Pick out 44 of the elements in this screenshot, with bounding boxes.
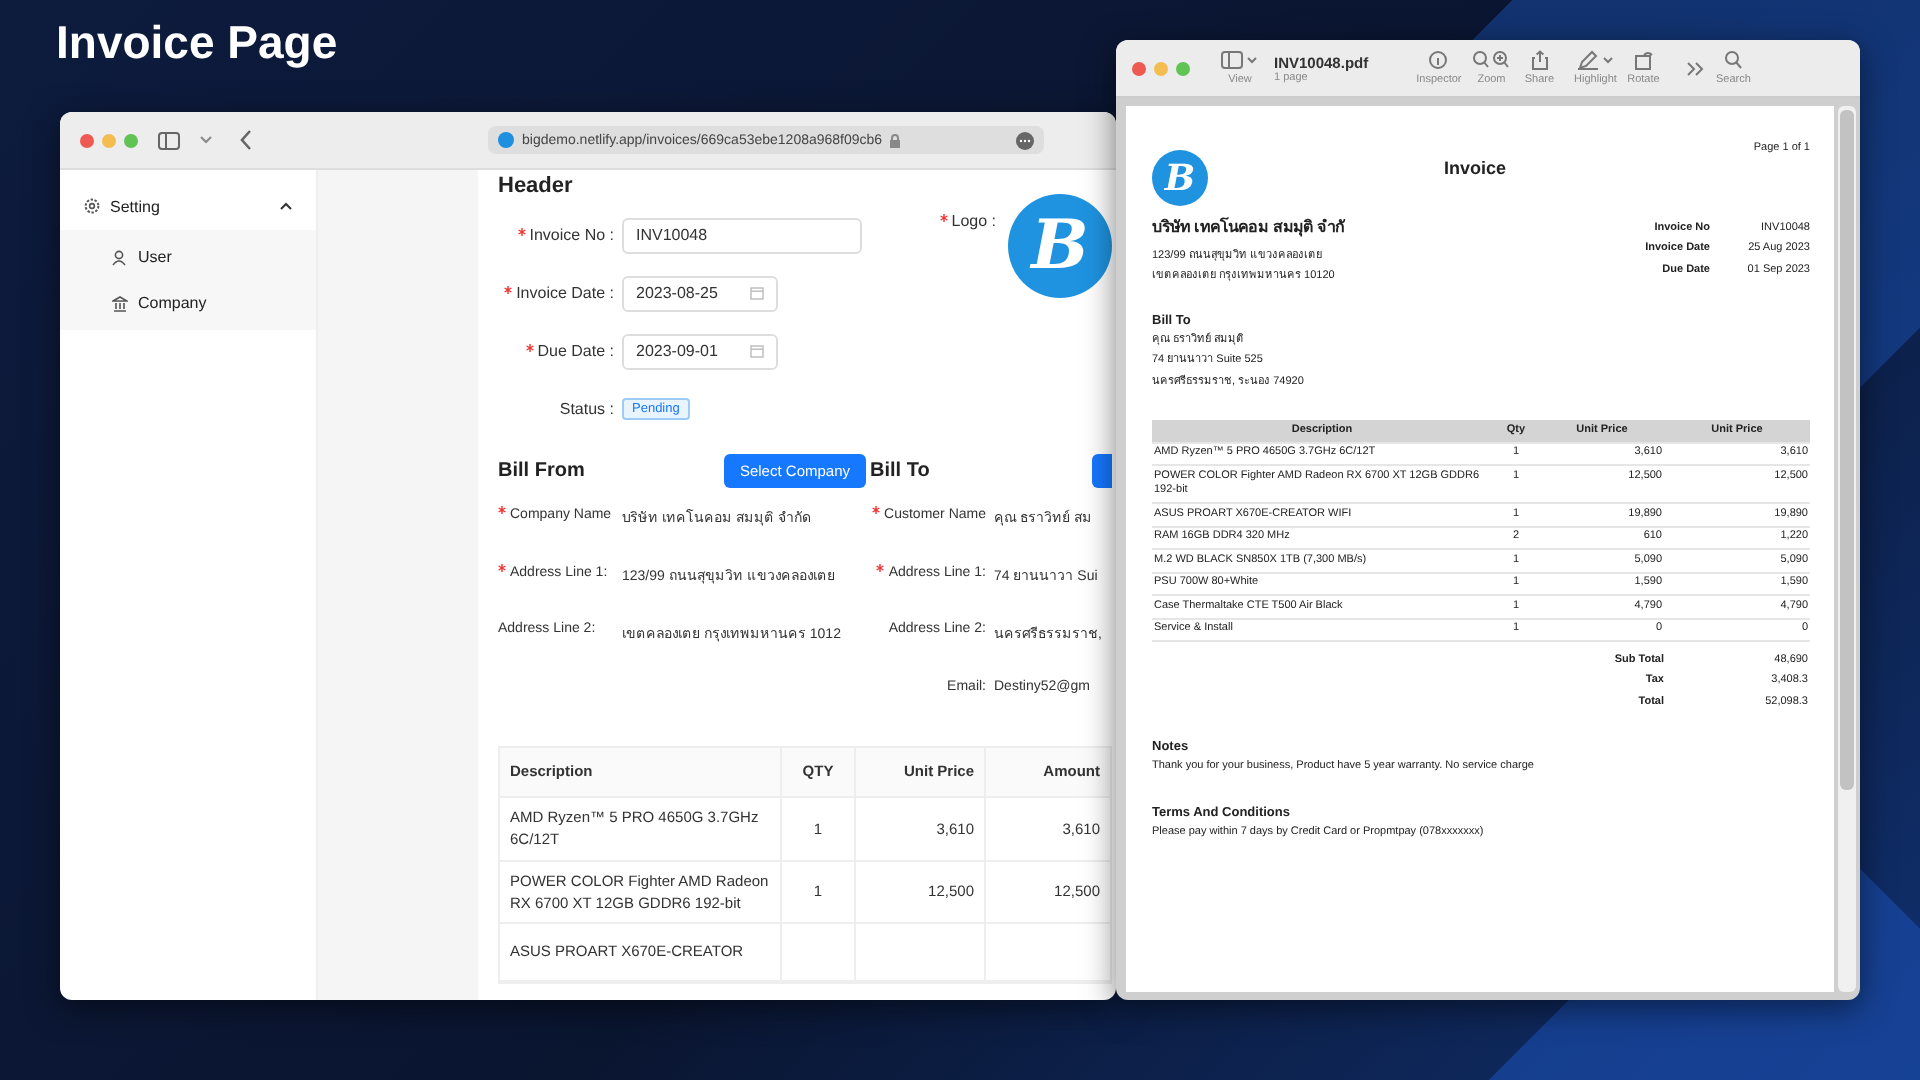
zoom-icon [1472,51,1509,68]
back-icon[interactable] [240,130,252,150]
company-logo: B [1152,150,1208,206]
info-icon [1429,51,1448,69]
section-title: Bill From [498,459,585,481]
field-label: Invoice Date : [498,284,622,302]
section-title: Header [498,174,575,198]
site-logo-icon [498,132,514,148]
field-label: Logo : [939,206,1004,230]
bank-icon [112,295,128,311]
input-field[interactable]: 2023-09-01 [622,333,778,369]
chevron-down-icon[interactable] [200,136,212,144]
field-label: Status : [557,400,616,418]
rotate-icon [1634,52,1653,70]
calendar-icon [750,344,764,358]
gear-icon [84,198,100,214]
document-title: Invoice [1444,158,1507,178]
sidebar-icon [1221,51,1257,69]
more-icon[interactable] [1016,131,1034,149]
close-button[interactable] [1132,61,1146,75]
company-name: บริษัท เทคโนคอม สมมุติ จำกั [1152,215,1346,240]
search-icon [1724,51,1742,69]
lock-icon [890,133,901,147]
section-title: Bill To [870,459,930,481]
share-icon [1531,50,1548,70]
maximize-button[interactable] [1176,61,1190,75]
field-label: Invoice No : [498,226,622,244]
button-edge[interactable] [1092,453,1112,487]
close-button[interactable] [80,133,94,147]
maximize-button[interactable] [124,133,138,147]
field-label: Due Date : [498,342,622,360]
scrollbar-thumb[interactable] [1840,110,1854,790]
input-field[interactable]: 2023-08-25 [622,275,778,311]
input-field[interactable]: INV10048 [622,217,862,253]
minimize-button[interactable] [102,133,116,147]
company-logo[interactable]: B [1008,194,1112,298]
pen-icon [1576,50,1613,70]
sidebar-item[interactable]: User [60,234,316,280]
calendar-icon [750,286,764,300]
sidebar-item[interactable]: Company [60,280,316,326]
sidebar-item[interactable]: Setting [60,182,316,230]
user-icon [112,249,128,265]
sidebar-icon[interactable] [158,131,180,149]
page-title: Invoice Page [56,16,338,70]
